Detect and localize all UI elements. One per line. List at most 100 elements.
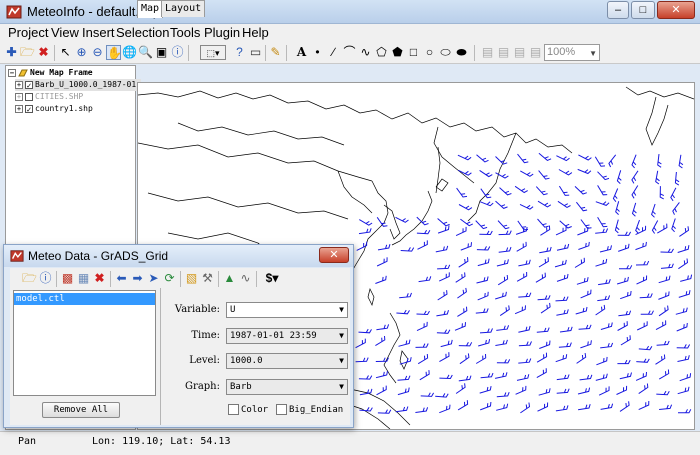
help-icon[interactable]: ? bbox=[232, 45, 247, 60]
freehand-line-icon[interactable]: ⌒ bbox=[342, 45, 357, 60]
legend-layer-item[interactable]: + CITIES.SHP bbox=[15, 91, 83, 103]
menu-view[interactable]: View bbox=[51, 25, 79, 40]
identify-info-icon[interactable]: ⓘ bbox=[170, 45, 185, 60]
legend-layer-item[interactable]: + ✓ country1.shp bbox=[15, 103, 93, 115]
script-dropdown-icon[interactable]: $▾ bbox=[260, 271, 284, 286]
wind-barb bbox=[537, 295, 551, 301]
point-tool-icon[interactable]: • bbox=[310, 45, 325, 60]
wind-barb bbox=[636, 275, 648, 285]
polygon-tool-icon[interactable]: ⬠ bbox=[374, 45, 389, 60]
zoom-to-layer-icon[interactable]: 🔍 bbox=[138, 45, 153, 60]
arrow-right-icon[interactable]: ➡ bbox=[130, 271, 145, 286]
big-endian-checkbox[interactable]: Big_Endian bbox=[276, 404, 343, 415]
file-list-item[interactable]: model.ctl bbox=[14, 293, 155, 305]
zoom-in-icon[interactable]: ⊕ bbox=[74, 45, 89, 60]
wind-barb bbox=[578, 324, 592, 330]
rectangle-tool-icon[interactable]: □ bbox=[406, 45, 421, 60]
file-list[interactable]: model.ctl bbox=[13, 290, 156, 396]
meteo-layer-icon[interactable]: ▩ bbox=[60, 271, 75, 286]
toolbar-separator bbox=[110, 271, 111, 287]
wind-barb bbox=[558, 185, 570, 196]
open-file-icon[interactable]: 🗁 bbox=[22, 271, 37, 286]
wind-barb bbox=[556, 155, 570, 162]
select-rect-dropdown-icon[interactable]: ⬚▾ bbox=[200, 45, 226, 60]
color-checkbox-box[interactable] bbox=[228, 404, 239, 415]
expand-icon[interactable]: + bbox=[15, 104, 23, 113]
chart-line-icon[interactable]: ∿ bbox=[238, 271, 253, 286]
graph-select[interactable]: Barb ▼ bbox=[226, 379, 348, 395]
layer-visible-checkbox[interactable]: ✓ bbox=[25, 104, 33, 113]
wind-barb bbox=[416, 229, 431, 235]
big-endian-checkbox-box[interactable] bbox=[276, 404, 287, 415]
wind-barb bbox=[595, 373, 608, 381]
menu-plugin[interactable]: Plugin bbox=[204, 25, 240, 40]
arrow-left-icon[interactable]: ⬅ bbox=[114, 271, 129, 286]
legend-map-frame[interactable]: − New Map Frame bbox=[8, 67, 93, 79]
section-plot-icon[interactable]: ▧ bbox=[184, 271, 199, 286]
add-layer-icon[interactable]: ✚ bbox=[4, 45, 19, 60]
minimize-button[interactable]: – bbox=[607, 1, 629, 19]
info-icon[interactable]: ⓘ bbox=[38, 271, 53, 286]
select-arrow-icon[interactable]: ↖ bbox=[58, 45, 73, 60]
layer-visible-checkbox[interactable]: ✓ bbox=[25, 80, 33, 89]
expand-icon[interactable]: + bbox=[15, 80, 23, 89]
wind-barb bbox=[658, 369, 670, 380]
refresh-icon[interactable]: ⟳ bbox=[162, 271, 177, 286]
remove-all-button[interactable]: Remove All bbox=[42, 402, 120, 418]
table-view-icon[interactable]: ▦ bbox=[76, 271, 91, 286]
align-right-icon[interactable]: ▤ bbox=[512, 45, 527, 60]
zoom-level-select[interactable]: 100% ▼ bbox=[544, 44, 600, 61]
circle-tool-icon[interactable]: ○ bbox=[422, 45, 437, 60]
wind-barb bbox=[631, 202, 637, 217]
pan-hand-icon[interactable]: ✋ bbox=[106, 45, 122, 60]
wind-barb bbox=[659, 186, 665, 200]
text-tool-icon[interactable]: A bbox=[294, 45, 309, 60]
remove-icon[interactable]: ✖ bbox=[92, 271, 107, 286]
align-left-icon[interactable]: ▤ bbox=[480, 45, 495, 60]
curve-tool-icon[interactable]: ∿ bbox=[358, 45, 373, 60]
ellipse-tool-icon[interactable]: ⬭ bbox=[438, 45, 453, 60]
menu-selection[interactable]: Selection bbox=[116, 25, 169, 40]
wind-barb bbox=[598, 279, 611, 286]
maximize-button[interactable]: □ bbox=[631, 1, 655, 19]
level-select[interactable]: 1000.0 ▼ bbox=[226, 353, 348, 369]
variable-select[interactable]: U ▼ bbox=[226, 302, 348, 318]
tab-layout[interactable]: Layout bbox=[161, 0, 206, 17]
color-checkbox[interactable]: Color bbox=[228, 404, 268, 415]
layer-label: CITIES.SHP bbox=[35, 92, 84, 101]
edit-pencil-icon[interactable]: ✎ bbox=[268, 45, 283, 60]
layer-visible-checkbox[interactable] bbox=[25, 92, 33, 101]
collapse-icon[interactable]: − bbox=[8, 68, 16, 77]
settings-tools-icon[interactable]: ⚒ bbox=[200, 271, 215, 286]
dialog-toolbar: 🗁 ⓘ ▩ ▦ ✖ ⬅ ➡ ➤ ⟳ ▧ ⚒ ▲ ∿ $▾ bbox=[10, 268, 350, 288]
align-center-icon[interactable]: ▤ bbox=[496, 45, 511, 60]
menu-tools[interactable]: Tools bbox=[170, 25, 200, 40]
dialog-close-button[interactable]: ✕ bbox=[319, 247, 349, 263]
wind-barb bbox=[595, 258, 608, 267]
open-folder-icon[interactable]: 🗁 bbox=[20, 45, 35, 60]
menu-help[interactable]: Help bbox=[242, 25, 269, 40]
time-select[interactable]: 1987-01-01 23:59 ▼ bbox=[226, 328, 348, 344]
curve-polygon-icon[interactable]: ⬬ bbox=[454, 45, 469, 60]
menu-project[interactable]: Project bbox=[8, 25, 48, 40]
tab-map[interactable]: Map bbox=[137, 0, 164, 18]
legend-layer-item[interactable]: + ✓ Barb_U_1000.0_1987-01- bbox=[15, 79, 141, 91]
wind-barb bbox=[516, 374, 530, 381]
menu-insert[interactable]: Insert bbox=[82, 25, 115, 40]
close-button[interactable]: ✕ bbox=[657, 1, 695, 19]
polyline-tool-icon[interactable]: ∕ bbox=[326, 45, 341, 60]
animate-runner-icon[interactable]: ➤ bbox=[146, 271, 161, 286]
align-top-icon[interactable]: ▤ bbox=[528, 45, 543, 60]
chart-area-icon[interactable]: ▲ bbox=[222, 271, 237, 286]
zoom-out-icon[interactable]: ⊖ bbox=[90, 45, 105, 60]
wind-barb bbox=[399, 292, 412, 299]
remove-layer-icon[interactable]: ✖ bbox=[36, 45, 51, 60]
zoom-to-selection-icon[interactable]: ▣ bbox=[154, 45, 169, 60]
status-coordinates: Lon: 119.10; Lat: 54.13 bbox=[92, 436, 231, 447]
wind-barb bbox=[555, 354, 568, 363]
expand-icon[interactable]: + bbox=[15, 92, 23, 101]
freehand-polygon-icon[interactable]: ⬟ bbox=[390, 45, 405, 60]
full-extent-globe-icon[interactable]: 🌐 bbox=[122, 45, 137, 60]
wind-barb bbox=[495, 291, 507, 300]
measure-icon[interactable]: ▭ bbox=[248, 45, 263, 60]
